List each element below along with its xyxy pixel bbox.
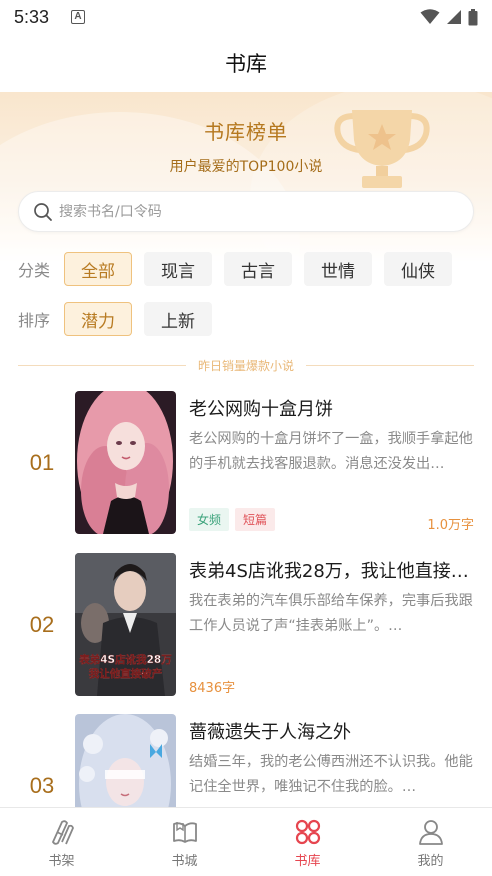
book-rank: 02 [29,612,55,637]
search-input[interactable] [59,203,439,220]
book-tag: 女频 [189,508,230,531]
divider-line [306,364,475,366]
wifi-icon [420,9,440,24]
sort-chip-potential[interactable]: 潜力 [64,302,132,336]
sort-label: 排序 [18,311,51,330]
tab-label: 书库 [294,854,321,869]
status-time: 5:33 [14,6,50,27]
category-chip-modern-romance[interactable]: 现言 [144,252,212,286]
section-divider: 昨日销量爆款小说 [18,355,475,375]
tab-profile[interactable]: 我的 [369,808,492,876]
page-title: 书库 [225,52,267,76]
user-icon [418,820,443,845]
category-chip-all[interactable]: 全部 [64,252,132,286]
tab-library[interactable]: 书库 [246,808,369,876]
status-icons [420,8,478,26]
signal-icon [447,10,461,24]
book-description: 老公网购的十盒月饼坏了一盒，我顺手拿起他的手机就去找客服退款。消息还没发出… [189,431,473,472]
cover-title-line-1: 表弟4S店讹我28万 [78,653,172,666]
book-cover [75,714,176,807]
book-word-count: 8436字 [189,681,236,696]
book-tag: 短篇 [235,508,276,531]
ranking-banner: 书库榜单 用户最爱的TOP100小说 [0,92,492,262]
tab-label: 我的 [417,854,444,869]
battery-icon [468,8,478,25]
tab-bookshelf[interactable]: 书架 [0,808,123,876]
category-chip-society[interactable]: 世情 [304,252,372,286]
category-label: 分类 [18,261,51,280]
book-item[interactable]: 03 蔷薇遗失于人海之外 结婚三年，我的老公傅西洲还不认识我。他能记住全世界，唯… [0,714,492,807]
book-description: 我在表弟的汽车俱乐部给车保养，完事后我跟工作人员说了声“挂表弟账上”。… [189,593,473,634]
section-label: 昨日销量爆款小说 [198,358,295,373]
tab-bookstore[interactable]: 书城 [123,808,246,876]
book-title: 蔷薇遗失于人海之外 [189,722,351,743]
book-tags: 女频 短篇 [189,508,276,531]
bottom-tab-bar: 书架 书城 书库 我的 [0,807,492,876]
book-rank: 03 [29,773,55,798]
notification-a-icon: A [71,10,86,24]
book-rank: 01 [29,450,55,475]
category-filter: 分类 全部 现言 古言 世情 仙侠 [18,252,452,286]
search-bar[interactable] [18,191,474,232]
book-open-icon [172,822,197,843]
book-title: 老公网购十盒月饼 [189,399,333,420]
book-cover [75,391,176,534]
sort-chip-new[interactable]: 上新 [144,302,212,336]
bookshelf-icon [51,820,74,845]
book-cover: 表弟4S店讹我28万 我让他直接破产 [75,553,176,696]
library-grid-icon [295,819,320,845]
book-title: 表弟4S店讹我28万，我让他直接… [189,561,469,582]
tab-label: 书架 [48,854,75,869]
divider-line [18,364,186,366]
app-header: 书库 [0,34,492,92]
book-item[interactable]: 01 老公网购十盒月饼 老公网购的十盒月饼坏了一盒，我顺手拿起他的手机就去找客服… [0,391,492,535]
category-chip-xianxia[interactable]: 仙侠 [384,252,452,286]
sort-filter: 排序 潜力 上新 [18,302,212,336]
book-item[interactable]: 02 表弟4S店讹我28万 我让他直接破产 表弟4S店讹我28万，我让他直接… … [0,553,492,697]
tab-label: 书城 [171,854,198,869]
trophy-icon [334,110,430,188]
book-description: 结婚三年，我的老公傅西洲还不认识我。他能记住全世界，唯独记不住我的脸。… [189,754,473,795]
cover-title-line-2: 我让他直接破产 [89,667,163,680]
status-bar: 5:33 A [0,0,492,34]
book-list: 01 老公网购十盒月饼 老公网购的十盒月饼坏了一盒，我顺手拿起他的手机就去找客服… [0,391,492,807]
category-chip-ancient-romance[interactable]: 古言 [224,252,292,286]
book-word-count: 1.0万字 [427,518,474,533]
search-icon [34,202,52,221]
